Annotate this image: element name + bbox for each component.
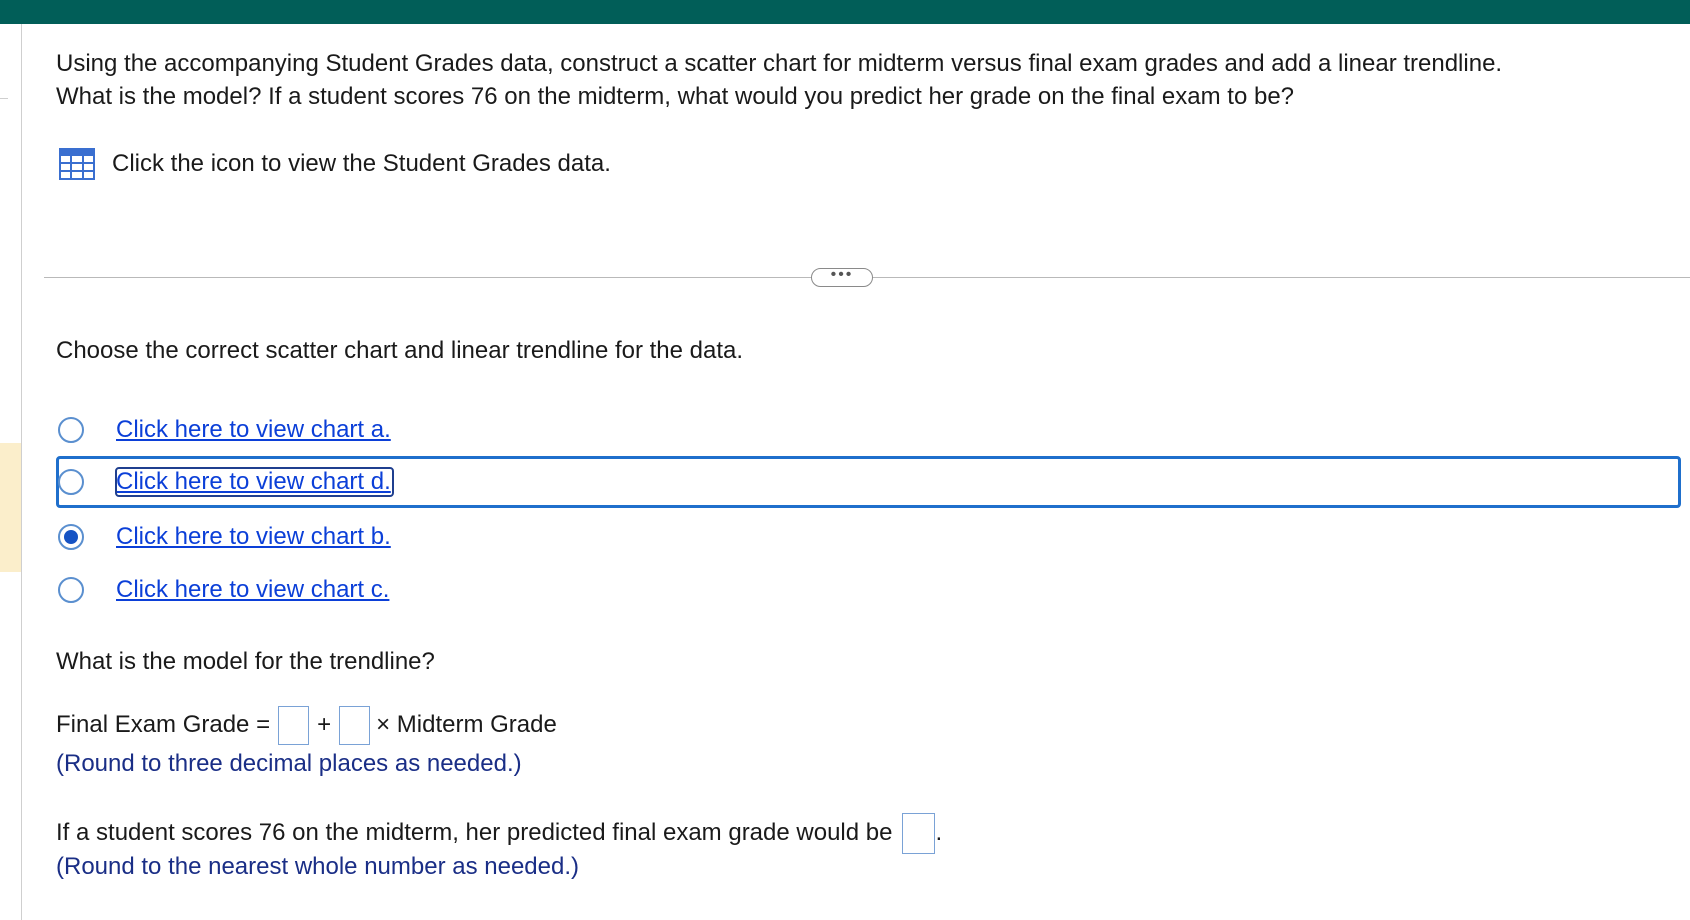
sidebar-highlight bbox=[0, 443, 21, 572]
radio-option-d[interactable] bbox=[58, 469, 84, 495]
left-tick bbox=[0, 98, 8, 99]
view-data-label: Click the icon to view the Student Grade… bbox=[112, 150, 611, 177]
option-chart-b[interactable]: Click here to view chart b. bbox=[56, 517, 1676, 557]
model-question: What is the model for the trendline? bbox=[56, 648, 435, 675]
link-chart-b[interactable]: Click here to view chart b. bbox=[116, 523, 391, 551]
times-midterm-label: × Midterm Grade bbox=[376, 711, 557, 738]
question-line-1: Using the accompanying Student Grades da… bbox=[56, 50, 1503, 77]
round-three-note: (Round to three decimal places as needed… bbox=[56, 750, 522, 777]
prediction-question: If a student scores 76 on the midterm, h… bbox=[56, 812, 942, 854]
option-chart-a[interactable]: Click here to view chart a. bbox=[56, 410, 1676, 450]
view-data-link[interactable]: Click the icon to view the Student Grade… bbox=[59, 146, 611, 182]
radio-selected-dot bbox=[64, 530, 78, 544]
question-text: Using the accompanying Student Grades da… bbox=[56, 47, 1666, 113]
link-chart-d[interactable]: Click here to view chart d. bbox=[115, 467, 394, 497]
equation-lhs: Final Exam Grade = bbox=[56, 711, 271, 738]
link-chart-a[interactable]: Click here to view chart a. bbox=[116, 416, 391, 444]
option-chart-c[interactable]: Click here to view chart c. bbox=[56, 570, 1676, 610]
radio-option-a[interactable] bbox=[58, 417, 84, 443]
table-grid-icon[interactable] bbox=[59, 148, 95, 180]
link-chart-c[interactable]: Click here to view chart c. bbox=[116, 576, 389, 604]
prediction-period: . bbox=[935, 819, 943, 846]
radio-option-c[interactable] bbox=[58, 577, 84, 603]
intercept-input[interactable] bbox=[278, 705, 310, 745]
plus-sign: + bbox=[317, 711, 332, 738]
trendline-equation: Final Exam Grade = + × Midterm Grade bbox=[56, 705, 557, 745]
option-chart-d[interactable]: Click here to view chart d. bbox=[56, 462, 1676, 502]
round-whole-note: (Round to the nearest whole number as ne… bbox=[56, 853, 579, 880]
more-button[interactable]: ••• bbox=[811, 267, 873, 287]
slope-input[interactable] bbox=[339, 705, 371, 745]
question-line-2: What is the model? If a student scores 7… bbox=[56, 83, 1295, 110]
prediction-text: If a student scores 76 on the midterm, h… bbox=[56, 819, 893, 846]
left-border bbox=[21, 24, 22, 920]
radio-option-b[interactable] bbox=[58, 524, 84, 550]
choose-prompt: Choose the correct scatter chart and lin… bbox=[56, 337, 744, 364]
prediction-input[interactable] bbox=[902, 812, 936, 854]
top-bar bbox=[0, 0, 1690, 24]
